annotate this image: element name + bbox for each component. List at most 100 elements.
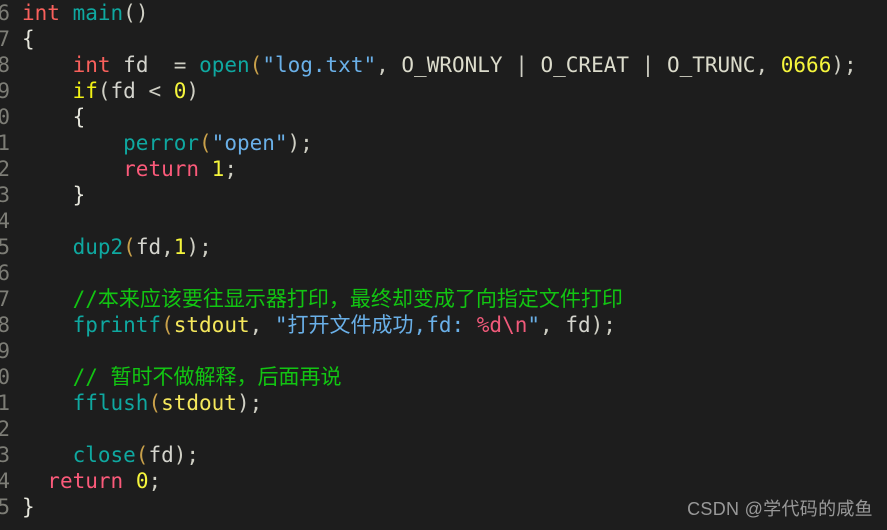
token-variable: fd (123, 53, 149, 77)
line-content[interactable]: close(fd); (10, 442, 887, 468)
line-content[interactable]: //本来应该要往显示器打印，最终却变成了向指定文件打印 (10, 286, 887, 312)
line-number: 1 (0, 131, 10, 155)
code-line[interactable]: 5 dup2(fd,1); (0, 234, 887, 260)
line-content[interactable]: // 暂时不做解释，后面再说 (10, 364, 887, 390)
line-number: 3 (0, 183, 10, 207)
line-content[interactable]: return 1; (10, 156, 887, 182)
token-paren-open: ( (135, 443, 149, 467)
token-function-name: main (72, 1, 124, 25)
code-line[interactable]: 0 { (0, 104, 887, 130)
code-line[interactable]: 8 fprintf(stdout, "打开文件成功,fd: %d\n", fd)… (0, 312, 887, 338)
code-area[interactable]: 6 int main() 7 { 8 int fd = open("log.tx… (0, 0, 887, 520)
line-content[interactable]: int fd = open("log.txt", O_WRONLY | O_CR… (10, 52, 887, 78)
line-number: 0 (0, 365, 10, 389)
line-content[interactable]: { (10, 104, 887, 130)
code-line[interactable]: 0 // 暂时不做解释，后面再说 (0, 364, 887, 390)
token-variable: fd (110, 79, 136, 103)
token-variable-stdout: stdout (173, 313, 250, 337)
line-content[interactable]: } (10, 182, 887, 208)
token-number: 1 (211, 157, 225, 181)
line-content[interactable]: perror("open"); (10, 130, 887, 156)
token-semicolon: ; (148, 469, 162, 493)
line-number: 8 (0, 313, 10, 337)
token-constant: O_WRONLY (401, 53, 503, 77)
line-number: 6 (0, 1, 10, 25)
line-content[interactable]: fflush(stdout); (10, 390, 887, 416)
line-number: 5 (0, 495, 10, 519)
token-keyword: int (22, 1, 60, 25)
code-line[interactable]: 4 return 0; (0, 468, 887, 494)
line-number: 9 (0, 339, 10, 363)
code-line[interactable]: 9 if(fd < 0) (0, 78, 887, 104)
token-string-open: "打开文件成功,fd: (274, 313, 477, 337)
line-number: 3 (0, 443, 10, 467)
token-comma: , (249, 313, 275, 337)
code-line[interactable]: 6 int main() (0, 0, 887, 26)
token-tail: ); (590, 313, 616, 337)
token-variable: fd (135, 235, 162, 259)
token-tail: ); (236, 391, 263, 415)
code-line[interactable]: 7 { (0, 26, 887, 52)
token-function-name: dup2 (72, 235, 124, 259)
code-line[interactable]: 8 int fd = open("log.txt", O_WRONLY | O_… (0, 52, 887, 78)
line-number: 0 (0, 105, 10, 129)
code-line[interactable]: 3 } (0, 182, 887, 208)
token-variable: fd (565, 313, 591, 337)
line-number: 6 (0, 261, 10, 285)
token-function-name: fprintf (72, 313, 162, 337)
token-comment: // 暂时不做解释，后面再说 (72, 365, 342, 389)
code-line[interactable]: 3 close(fd); (0, 442, 887, 468)
token-keyword-return: return (47, 469, 124, 493)
token-number: 1 (173, 235, 187, 259)
token-paren-open: ( (161, 313, 174, 337)
line-number: 4 (0, 209, 10, 233)
token-comma: , (755, 53, 781, 77)
code-line[interactable]: 2 (0, 416, 887, 442)
token-function-name: perror (123, 131, 200, 155)
line-content[interactable]: dup2(fd,1); (10, 234, 887, 260)
line-content[interactable]: fprintf(stdout, "打开文件成功,fd: %d\n", fd); (10, 312, 887, 338)
token-operator: | (502, 53, 541, 77)
code-line[interactable]: 2 return 1; (0, 156, 887, 182)
code-line[interactable]: 1 fflush(stdout); (0, 390, 887, 416)
line-content[interactable]: if(fd < 0) (10, 78, 887, 104)
line-number: 8 (0, 53, 10, 77)
code-editor-viewport[interactable]: 6 int main() 7 { 8 int fd = open("log.tx… (0, 0, 887, 530)
token-function-name: fflush (72, 391, 149, 415)
code-line[interactable]: 4 (0, 208, 887, 234)
token-string-close: " (527, 313, 541, 337)
token-variable: fd (148, 443, 174, 467)
token-function-name: open (199, 53, 250, 77)
token-operator: = (173, 53, 187, 77)
code-line[interactable]: 1 perror("open"); (0, 130, 887, 156)
code-line[interactable]: 6 (0, 260, 887, 286)
line-content[interactable]: return 0; (10, 468, 887, 494)
code-line[interactable]: 7 //本来应该要往显示器打印，最终却变成了向指定文件打印 (0, 286, 887, 312)
token-tail: ); (287, 131, 313, 155)
line-content[interactable]: int main() (10, 0, 887, 26)
line-number: 2 (0, 417, 10, 441)
csdn-watermark: CSDN @学代码的咸鱼 (687, 499, 873, 519)
token-escape-newline: \n (502, 313, 528, 337)
token-keyword: int (72, 53, 111, 77)
code-line[interactable]: 9 (0, 338, 887, 364)
line-number: 9 (0, 79, 10, 103)
token-brace: { (22, 27, 35, 51)
token-paren-close: ) (186, 79, 200, 103)
line-content[interactable]: { (10, 26, 887, 52)
line-number: 5 (0, 235, 10, 259)
token-number: 0 (173, 79, 187, 103)
token-number: 0 (135, 469, 149, 493)
token-keyword-if: if (72, 79, 98, 103)
line-number: 4 (0, 469, 10, 493)
